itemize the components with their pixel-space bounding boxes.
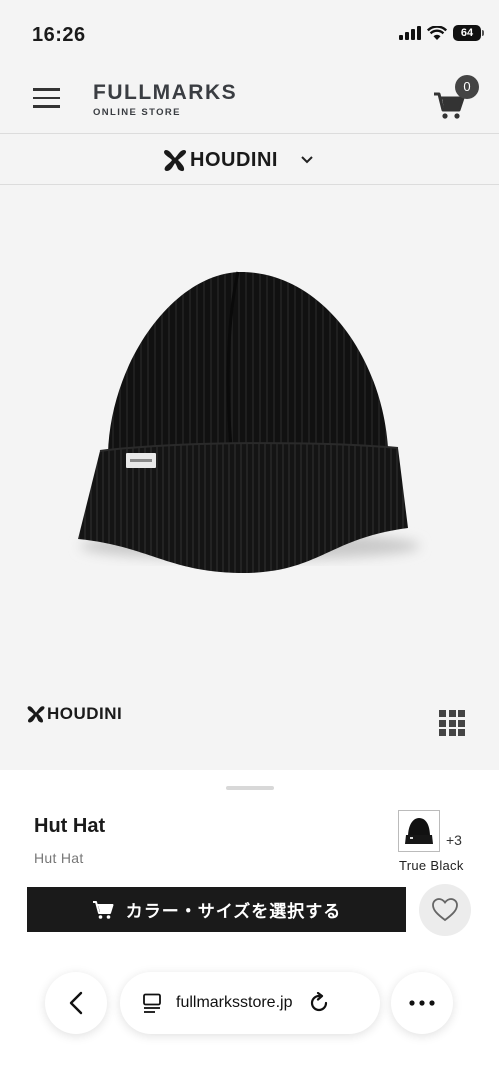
page-icon (143, 993, 161, 1013)
favorite-button[interactable] (419, 884, 471, 936)
houdini-logo-icon (164, 150, 187, 172)
store-logo-sub: ONLINE STORE (93, 107, 181, 118)
brand-selector[interactable]: HOUDINI (162, 147, 314, 173)
product-title: Hut Hat (34, 815, 106, 837)
product-subtitle: Hut Hat (34, 850, 84, 866)
hero-brand-logo: HOUDINI (26, 704, 122, 724)
status-time: 16:26 (32, 24, 86, 46)
brand-selector-bar: HOUDINI (0, 135, 499, 185)
more-button[interactable] (391, 972, 453, 1034)
color-swatch[interactable] (398, 810, 440, 852)
hero-brand-name: HOUDINI (47, 704, 123, 723)
wifi-icon (427, 25, 447, 40)
cart-icon (92, 900, 114, 919)
more-colors-count[interactable]: +3 (446, 832, 462, 848)
cart-count-badge: 0 (455, 75, 479, 99)
battery-icon: 64 (453, 25, 484, 41)
hamburger-icon[interactable] (33, 88, 60, 108)
more-icon (409, 1000, 435, 1006)
store-logo[interactable]: FULLMARKS ONLINE STORE (93, 81, 238, 119)
swatch-beanie-image (405, 818, 433, 844)
sheet-handle[interactable] (226, 786, 274, 790)
back-button[interactable] (45, 972, 107, 1034)
houdini-logo-icon (27, 706, 45, 723)
product-image-area[interactable]: HOUDINI (0, 186, 499, 770)
brand-selector-name: HOUDINI (190, 148, 278, 171)
site-header: FULLMARKS ONLINE STORE 0 (0, 58, 499, 134)
select-color-size-label: カラー・サイズを選択する (125, 902, 342, 921)
status-bar: 16:26 64 (0, 0, 499, 58)
color-name: True Black (399, 858, 464, 873)
store-logo-brand: FULLMARKS (93, 81, 238, 104)
address-bar-url: fullmarksstore.jp (176, 994, 293, 1011)
back-icon (69, 991, 83, 1015)
address-bar[interactable]: fullmarksstore.jp (120, 972, 380, 1034)
page: 16:26 64 FULLMARKS ONLINE STORE 0 HOUDIN… (0, 0, 499, 1080)
grid-icon[interactable] (439, 710, 465, 736)
beanie-image (78, 271, 420, 574)
status-icons: 64 (399, 25, 484, 41)
select-color-size-button[interactable]: カラー・サイズを選択する (27, 887, 406, 932)
browser-toolbar: fullmarksstore.jp (0, 960, 499, 1080)
chevron-down-icon (301, 156, 313, 164)
signal-icon (399, 26, 421, 40)
reload-icon[interactable] (308, 992, 330, 1014)
heart-icon (432, 898, 458, 922)
